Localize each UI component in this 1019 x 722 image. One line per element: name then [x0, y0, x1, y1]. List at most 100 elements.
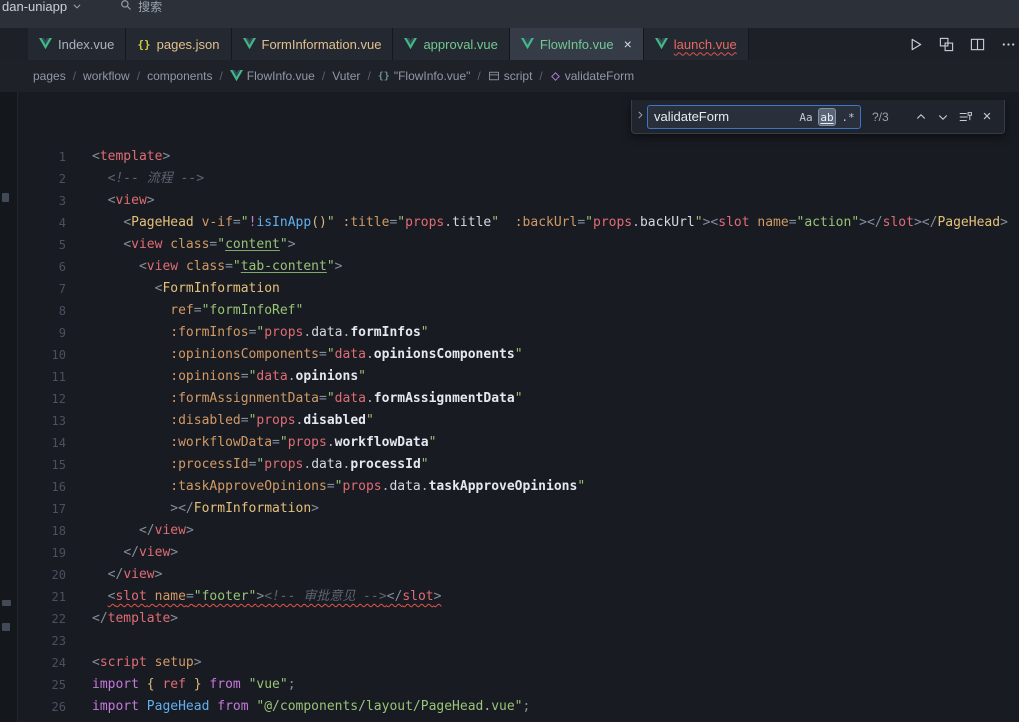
next-match-button[interactable] [932, 106, 954, 128]
line-number[interactable]: 14 [18, 432, 66, 454]
code-text: :opinionsComponents="data.opinionsCompon… [92, 344, 523, 366]
tab-label: FormInformation.vue [262, 37, 382, 52]
toggle-replace-button[interactable] [632, 100, 647, 133]
code-line-22[interactable]: 22 </template> [18, 608, 1019, 630]
code-text: </template> [92, 608, 178, 630]
previous-match-button[interactable] [910, 106, 932, 128]
line-number[interactable]: 9 [18, 322, 66, 344]
line-number[interactable]: 20 [18, 564, 66, 586]
breadcrumb-separator: / [322, 69, 325, 83]
code-text: <script setup> [92, 652, 202, 674]
line-number[interactable]: 25 [18, 674, 66, 696]
breadcrumb-item-components[interactable]: components [147, 69, 212, 83]
line-number[interactable]: 4 [18, 212, 66, 234]
code-line-12[interactable]: 12 :formAssignmentData="data.formAssignm… [18, 388, 1019, 410]
code-line-18[interactable]: 18 </view> [18, 520, 1019, 542]
code-line-21[interactable]: 21 <slot name="footer"><!-- 审批意见 --></sl… [18, 586, 1019, 608]
line-number[interactable]: 6 [18, 256, 66, 278]
vue-icon [39, 38, 52, 50]
find-in-selection-button[interactable] [954, 106, 976, 128]
line-number[interactable]: 7 [18, 278, 66, 300]
find-query[interactable]: validateForm [654, 109, 794, 124]
tab-launch.vue[interactable]: launch.vue [644, 28, 749, 60]
code-line-15[interactable]: 15 :processId="props.data.processId" [18, 454, 1019, 476]
breadcrumb-item-FlowInfo.vue[interactable]: FlowInfo.vue [230, 69, 315, 83]
match-case-button[interactable]: Aa [797, 108, 815, 126]
breadcrumb-item-Vuter[interactable]: Vuter [332, 69, 360, 83]
line-number[interactable]: 26 [18, 696, 66, 718]
code-line-10[interactable]: 10 :opinionsComponents="data.opinionsCom… [18, 344, 1019, 366]
titlebar-search[interactable]: 搜索 [120, 0, 162, 15]
code-line-11[interactable]: 11 :opinions="data.opinions" [18, 366, 1019, 388]
code-line-25[interactable]: 25import { ref } from "vue"; [18, 674, 1019, 696]
code-line-3[interactable]: 3 <view> [18, 190, 1019, 212]
code-line-2[interactable]: 2 <!-- 流程 --> [18, 168, 1019, 190]
tab-bar: Index.vue{}pages.json FormInformation.vue… [0, 28, 1019, 60]
code-editor[interactable]: 1<template>2 <!-- 流程 -->3 <view>4 <PageH… [18, 92, 1019, 722]
vue-icon [230, 70, 243, 82]
code-line-13[interactable]: 13 :disabled="props.disabled" [18, 410, 1019, 432]
line-number[interactable]: 18 [18, 520, 66, 542]
line-number[interactable]: 17 [18, 498, 66, 520]
line-number[interactable]: 1 [18, 146, 66, 168]
line-number[interactable]: 11 [18, 366, 66, 388]
breadcrumb-label: components [147, 69, 212, 83]
code-line-8[interactable]: 8 ref="formInfoRef" [18, 300, 1019, 322]
line-number[interactable]: 10 [18, 344, 66, 366]
line-number[interactable]: 3 [18, 190, 66, 212]
breadcrumb-item-script[interactable]: script [488, 69, 533, 83]
close-tab-button[interactable]: × [624, 37, 632, 51]
tab-pages.json[interactable]: {}pages.json [126, 28, 231, 60]
tab-approval.vue[interactable]: approval.vue [393, 28, 509, 60]
breadcrumb-item-validateForm[interactable]: validateForm [550, 69, 634, 83]
line-number[interactable]: 16 [18, 476, 66, 498]
vue-icon [655, 38, 668, 50]
line-number[interactable]: 23 [18, 630, 66, 652]
close-find-button[interactable]: × [976, 106, 998, 128]
code-line-4[interactable]: 4 <PageHead v-if="!isInApp()" :title="pr… [18, 212, 1019, 234]
split-editor-button[interactable] [968, 35, 986, 53]
code-text: ref="formInfoRef" [92, 300, 303, 322]
line-number[interactable]: 12 [18, 388, 66, 410]
code-line-17[interactable]: 17 ></FormInformation> [18, 498, 1019, 520]
code-line-26[interactable]: 26import PageHead from "@/components/lay… [18, 696, 1019, 718]
code-text: </view> [92, 564, 162, 586]
code-line-7[interactable]: 7 <FormInformation [18, 278, 1019, 300]
code-line-19[interactable]: 19 </view> [18, 542, 1019, 564]
line-number[interactable]: 24 [18, 652, 66, 674]
breadcrumb-item-pages[interactable]: pages [33, 69, 66, 83]
line-number[interactable]: 15 [18, 454, 66, 476]
code-line-1[interactable]: 1<template> [18, 146, 1019, 168]
find-input[interactable]: validateForm Aa ab .* [647, 105, 861, 129]
line-number[interactable]: 5 [18, 234, 66, 256]
whole-word-button[interactable]: ab [818, 108, 836, 126]
breadcrumb-item-FlowInfo.vue[interactable]: {}"FlowInfo.vue" [378, 69, 471, 83]
chevron-down-icon [72, 0, 82, 14]
line-number[interactable]: 21 [18, 586, 66, 608]
line-number[interactable]: 13 [18, 410, 66, 432]
tab-FlowInfo.vue[interactable]: FlowInfo.vue× [510, 28, 644, 60]
code-text: <view class="content"> [92, 234, 296, 256]
code-line-6[interactable]: 6 <view class="tab-content"> [18, 256, 1019, 278]
code-line-23[interactable]: 23 [18, 630, 1019, 652]
tab-FormInformation.vue[interactable]: FormInformation.vue [232, 28, 394, 60]
breadcrumb: pages/workflow/components/FlowInfo.vue/V… [0, 60, 1019, 92]
run-button[interactable] [906, 35, 924, 53]
code-line-16[interactable]: 16 :taskApproveOpinions="props.data.task… [18, 476, 1019, 498]
code-line-20[interactable]: 20 </view> [18, 564, 1019, 586]
code-line-14[interactable]: 14 :workflowData="props.workflowData" [18, 432, 1019, 454]
code-line-24[interactable]: 24 <script setup> [18, 652, 1019, 674]
regex-button[interactable]: .* [839, 108, 857, 126]
code-line-9[interactable]: 9 :formInfos="props.data.formInfos" [18, 322, 1019, 344]
tab-Index.vue[interactable]: Index.vue [28, 28, 126, 60]
code-line-5[interactable]: 5 <view class="content"> [18, 234, 1019, 256]
line-number[interactable]: 22 [18, 608, 66, 630]
line-number[interactable]: 19 [18, 542, 66, 564]
more-actions-button[interactable] [999, 35, 1017, 53]
breadcrumb-separator: / [219, 69, 222, 83]
open-changes-button[interactable] [937, 35, 955, 53]
line-number[interactable]: 8 [18, 300, 66, 322]
line-number[interactable]: 2 [18, 168, 66, 190]
breadcrumb-item-workflow[interactable]: workflow [83, 69, 130, 83]
project-menu[interactable]: dan-uniapp [2, 0, 82, 14]
